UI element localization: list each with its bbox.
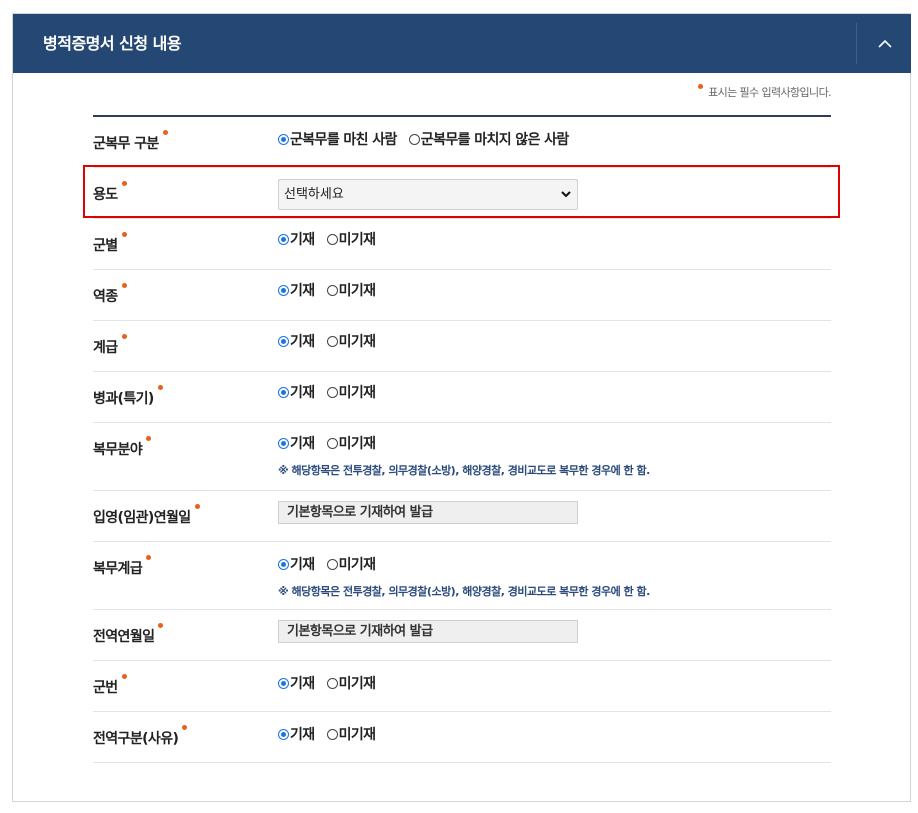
required-dot-icon: [146, 555, 152, 560]
radio-checked-icon[interactable]: [278, 677, 289, 689]
radio-include[interactable]: 기재: [278, 382, 315, 402]
radio-include[interactable]: 기재: [278, 229, 315, 249]
row-label: 입영(임관)연월일: [93, 504, 200, 527]
radio-unchecked-icon[interactable]: [326, 284, 338, 296]
required-dot-icon: [698, 84, 704, 89]
required-dot-icon: [157, 385, 163, 390]
radio-unchecked-icon[interactable]: [326, 233, 338, 245]
radio-exclude[interactable]: 미기재: [326, 280, 376, 300]
field-note: ※ 해당항목은 전투경찰, 의무경찰(소방), 해양경찰, 경비교도로 복무한 …: [278, 585, 650, 598]
field-note: ※ 해당항목은 전투경찰, 의무경찰(소방), 해양경찰, 경비교도로 복무한 …: [278, 464, 650, 477]
required-dot-icon: [146, 436, 152, 441]
row-label: 복무계급: [93, 555, 152, 578]
radio-unchecked-icon[interactable]: [326, 728, 338, 740]
required-dot-icon: [182, 725, 188, 730]
row-specialty: 병과(특기) 기재 미기재: [93, 372, 831, 423]
radio-exclude[interactable]: 미기재: [326, 331, 376, 351]
purpose-select[interactable]: 선택하세요: [278, 179, 578, 210]
row-label: 군복무 구분: [93, 130, 168, 153]
row-label: 용도: [93, 181, 127, 204]
row-label: 역종: [93, 283, 127, 306]
required-note-text: 표시는 필수 입력사항입니다.: [708, 86, 832, 99]
row-label: 전역구분(사유): [93, 725, 188, 748]
row-label: 계급: [93, 334, 127, 357]
radio-include[interactable]: 기재: [278, 724, 315, 744]
required-dot-icon: [121, 674, 127, 679]
purpose-select-value: 선택하세요: [284, 187, 344, 202]
header-divider: [856, 23, 857, 64]
row-label: 군번: [93, 674, 127, 697]
row-purpose: 용도 선택하세요: [93, 168, 831, 219]
radio-service-completed[interactable]: 군복무를 마친 사람: [278, 129, 397, 149]
row-label: 전역연월일: [93, 623, 164, 646]
row-branch: 군별 기재 미기재: [93, 219, 831, 270]
required-dot-icon: [162, 130, 168, 135]
required-dot-icon: [158, 623, 164, 628]
radio-unchecked-icon[interactable]: [326, 558, 338, 570]
radio-exclude[interactable]: 미기재: [326, 724, 376, 744]
radio-checked-icon[interactable]: [278, 335, 289, 347]
row-label: 복무분야: [93, 436, 152, 459]
radio-checked-icon[interactable]: [278, 728, 289, 740]
radio-checked-icon[interactable]: [278, 284, 289, 296]
radio-checked-icon[interactable]: [278, 386, 289, 398]
service-type-radio-group: 군복무를 마친 사람 군복무를 마치지 않은 사람: [278, 129, 581, 149]
row-enlist-date: 입영(임관)연월일 기본항목으로 기재하여 발급: [93, 491, 831, 542]
radio-include[interactable]: 기재: [278, 673, 315, 693]
row-discharge-date: 전역연월일 기본항목으로 기재하여 발급: [93, 610, 831, 661]
discharge-date-readonly-field: 기본항목으로 기재하여 발급: [278, 620, 578, 643]
required-dot-icon: [194, 504, 200, 509]
row-service-number: 군번 기재 미기재: [93, 661, 831, 712]
radio-unchecked-icon[interactable]: [326, 335, 338, 347]
radio-include[interactable]: 기재: [278, 433, 315, 453]
required-dot-icon: [121, 232, 127, 237]
radio-exclude[interactable]: 미기재: [326, 229, 376, 249]
enlist-date-readonly-field: 기본항목으로 기재하여 발급: [278, 501, 578, 524]
radio-unchecked-icon[interactable]: [408, 133, 420, 145]
panel-header: 병적증명서 신청 내용: [13, 14, 911, 73]
row-service-rank: 복무계급 기재 미기재 ※ 해당항목은 전투경찰, 의무경찰(소방), 해양경찰…: [93, 542, 831, 610]
radio-unchecked-icon[interactable]: [326, 386, 338, 398]
radio-checked-icon[interactable]: [278, 437, 289, 449]
radio-include[interactable]: 기재: [278, 554, 315, 574]
row-role: 역종 기재 미기재: [93, 270, 831, 321]
application-form: 군복무 구분 군복무를 마친 사람 군복무를 마치지 않은 사람 용도 선택하세…: [93, 115, 831, 763]
chevron-down-icon: [561, 180, 571, 209]
row-service-type: 군복무 구분 군복무를 마친 사람 군복무를 마치지 않은 사람: [93, 117, 831, 168]
radio-include[interactable]: 기재: [278, 280, 315, 300]
radio-service-not-completed[interactable]: 군복무를 마치지 않은 사람: [408, 129, 569, 149]
radio-exclude[interactable]: 미기재: [326, 382, 376, 402]
row-label: 군별: [93, 232, 127, 255]
chevron-up-icon: [877, 39, 892, 48]
application-panel: 병적증명서 신청 내용 표시는 필수 입력사항입니다. 군복무 구분 군복무를 …: [12, 13, 911, 802]
required-dot-icon: [121, 181, 127, 186]
row-service-field: 복무분야 기재 미기재 ※ 해당항목은 전투경찰, 의무경찰(소방), 해양경찰…: [93, 423, 831, 491]
radio-include[interactable]: 기재: [278, 331, 315, 351]
radio-checked-icon[interactable]: [278, 133, 289, 145]
radio-exclude[interactable]: 미기재: [326, 433, 376, 453]
required-note: 표시는 필수 입력사항입니다.: [698, 84, 832, 100]
row-rank: 계급 기재 미기재: [93, 321, 831, 372]
radio-exclude[interactable]: 미기재: [326, 554, 376, 574]
panel-title: 병적증명서 신청 내용: [43, 34, 182, 53]
row-label: 병과(특기): [93, 385, 163, 408]
radio-checked-icon[interactable]: [278, 558, 289, 570]
radio-checked-icon[interactable]: [278, 233, 289, 245]
radio-unchecked-icon[interactable]: [326, 677, 338, 689]
row-discharge-type: 전역구분(사유) 기재 미기재: [93, 712, 831, 763]
collapse-button[interactable]: [858, 14, 911, 73]
radio-unchecked-icon[interactable]: [326, 437, 338, 449]
required-dot-icon: [121, 334, 127, 339]
radio-exclude[interactable]: 미기재: [326, 673, 376, 693]
required-dot-icon: [121, 283, 127, 288]
